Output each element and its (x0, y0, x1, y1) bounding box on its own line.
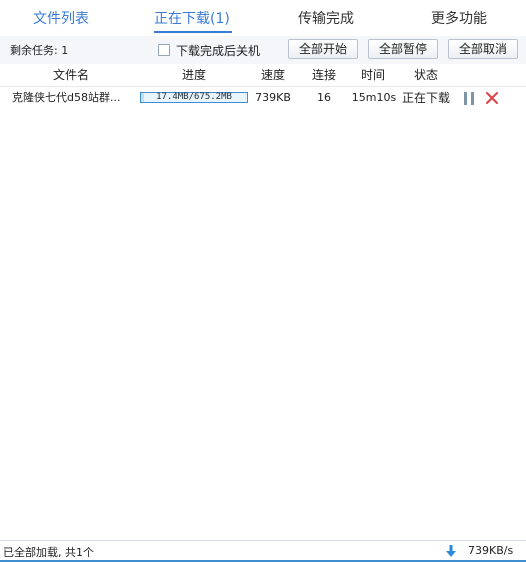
status-text: 已全部加载, 共1个 (3, 546, 94, 559)
download-arrow-icon (446, 545, 456, 557)
remaining-tasks: 剩余任务: 1 (10, 44, 69, 57)
column-header-speed: 速度 (260, 68, 285, 82)
remaining-time: 15m10s (351, 91, 397, 104)
close-icon[interactable] (485, 91, 499, 105)
pause-icon[interactable] (464, 92, 475, 105)
progress-text: 17.4MB/675.2MB (156, 92, 232, 102)
column-header-progress: 进度 (181, 68, 206, 82)
active-tab-indicator (154, 31, 232, 33)
tab-transfer-complete[interactable]: 传输完成 (298, 0, 354, 36)
file-name: 克隆侠七代d58站群... (12, 91, 121, 104)
tab-more-features[interactable]: 更多功能 (431, 0, 487, 36)
table-header: 文件名 进度 速度 连接 时间 状态 (0, 64, 526, 87)
shutdown-checkbox[interactable] (158, 44, 170, 56)
start-all-button[interactable]: 全部开始 (288, 39, 358, 59)
column-header-name: 文件名 (52, 68, 89, 82)
download-speed: 739KB (255, 91, 291, 104)
column-header-connections: 连接 (311, 68, 336, 82)
status-bar: 已全部加载, 共1个 739KB/s (0, 540, 526, 562)
shutdown-label[interactable]: 下载完成后关机 (176, 42, 260, 59)
tab-bar: 文件列表 正在下载(1) 传输完成 更多功能 (0, 0, 526, 36)
shutdown-option[interactable]: 下载完成后关机 (158, 41, 260, 59)
column-header-status: 状态 (413, 68, 438, 82)
pause-all-button[interactable]: 全部暂停 (368, 39, 438, 59)
download-status: 正在下载 (401, 91, 450, 105)
table-row[interactable]: 克隆侠七代d58站群... 17.4MB/675.2MB 739KB 16 15… (0, 87, 526, 109)
total-speed: 739KB/s (468, 544, 514, 557)
progress-bar: 17.4MB/675.2MB (140, 92, 248, 103)
toolbar: 剩余任务: 1 下载完成后关机 全部开始 全部暂停 全部取消 (0, 36, 526, 65)
cancel-all-button[interactable]: 全部取消 (448, 39, 518, 59)
connection-count: 16 (317, 91, 331, 104)
column-header-time: 时间 (360, 68, 385, 82)
tab-file-list[interactable]: 文件列表 (33, 0, 89, 36)
